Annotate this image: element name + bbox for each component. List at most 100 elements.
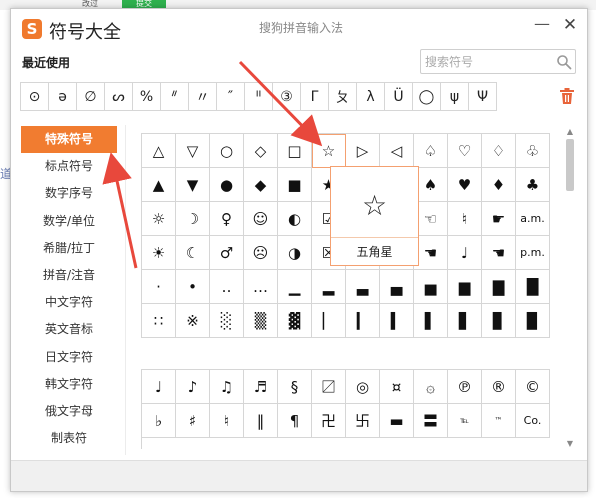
symbol-cell[interactable]: ♮ — [210, 404, 244, 438]
category-item[interactable]: 韩文字符 — [21, 371, 117, 398]
symbol-cell[interactable]: □ — [278, 134, 312, 168]
symbol-cell[interactable]: ▆ — [448, 270, 482, 304]
symbol-cell[interactable]: 卍 — [312, 404, 346, 438]
symbol-cell[interactable]: 卐 — [346, 404, 380, 438]
symbol-cell[interactable]: ▲ — [142, 168, 176, 202]
symbol-cell[interactable]: ® — [482, 370, 516, 404]
symbol-cell[interactable]: ☜ — [414, 202, 448, 236]
symbol-cell[interactable]: ※ — [176, 304, 210, 338]
scroll-down-arrow[interactable]: ▼ — [565, 439, 575, 449]
category-item[interactable]: 标点符号 — [21, 153, 117, 180]
category-item[interactable]: 日文字符 — [21, 344, 117, 371]
symbol-cell[interactable]: ◎ — [346, 370, 380, 404]
category-item[interactable]: 数学/单位 — [21, 208, 117, 235]
symbol-cell[interactable]: ♢ — [482, 134, 516, 168]
symbol-cell[interactable]: ♦ — [482, 168, 516, 202]
symbol-cell[interactable]: ○ — [210, 134, 244, 168]
symbol-cell[interactable]: ♡ — [448, 134, 482, 168]
symbol-cell[interactable]: a.m. — [516, 202, 550, 236]
symbol-cell[interactable]: ♩ — [142, 370, 176, 404]
category-item[interactable]: 数字序号 — [21, 180, 117, 207]
symbol-cell[interactable]: ¤ — [380, 370, 414, 404]
recent-symbol[interactable]: ㄆ — [328, 82, 357, 111]
symbol-cell[interactable]: ▃ — [346, 270, 380, 304]
symbol-cell[interactable]: ♮ — [448, 202, 482, 236]
search-icon[interactable] — [556, 54, 572, 70]
symbol-cell[interactable]: ☛ — [482, 202, 516, 236]
symbol-cell[interactable]: ♥ — [448, 168, 482, 202]
symbol-cell[interactable]: ℡ — [448, 404, 482, 438]
recent-symbol[interactable]: ψ — [440, 82, 469, 111]
symbol-cell[interactable]: ▁ — [278, 270, 312, 304]
symbol-cell[interactable]: ▄ — [380, 270, 414, 304]
symbol-cell[interactable]: ♯ — [176, 404, 210, 438]
symbol-cell[interactable]: △ — [142, 134, 176, 168]
recent-symbol[interactable]: ③ — [272, 82, 301, 111]
recent-symbol[interactable]: ◯ — [412, 82, 441, 111]
symbol-cell[interactable]: ∷ — [142, 304, 176, 338]
symbol-cell[interactable]: ♧ — [516, 134, 550, 168]
scroll-up-arrow[interactable]: ▲ — [565, 127, 575, 137]
recent-symbol[interactable]: Ψ — [468, 82, 497, 111]
recent-symbol[interactable]: ᔕ — [104, 82, 133, 111]
category-item[interactable]: 特殊符号 — [21, 126, 117, 154]
recent-symbol[interactable]: Γ — [300, 82, 329, 111]
symbol-cell[interactable]: ☹ — [244, 236, 278, 270]
recent-symbol[interactable]: λ — [356, 82, 385, 111]
symbol-cell[interactable]: 〼 — [312, 370, 346, 404]
symbol-cell[interactable]: § — [278, 370, 312, 404]
symbol-cell[interactable]: ♭ — [142, 404, 176, 438]
category-item[interactable]: 俄文字母 — [21, 398, 117, 425]
symbol-cell[interactable]: ☚ — [482, 236, 516, 270]
scrollbar-thumb[interactable] — [566, 139, 574, 191]
symbol-cell[interactable]: • — [176, 270, 210, 304]
symbol-cell[interactable]: ☽ — [176, 202, 210, 236]
recent-symbol[interactable]: ″ — [216, 82, 245, 111]
symbol-cell[interactable]: ▌ — [414, 304, 448, 338]
symbol-cell[interactable]: ▋ — [448, 304, 482, 338]
category-item[interactable]: 制表符 — [21, 425, 117, 452]
symbol-cell[interactable]: ▒ — [244, 304, 278, 338]
symbol-cell[interactable]: ▼ — [176, 168, 210, 202]
symbol-cell[interactable]: · — [142, 270, 176, 304]
symbol-cell[interactable]: ▇ — [482, 270, 516, 304]
symbol-cell[interactable]: ♬ — [244, 370, 278, 404]
symbol-cell[interactable]: ♣ — [516, 168, 550, 202]
symbol-cell[interactable]: ▓ — [278, 304, 312, 338]
symbol-cell[interactable]: ‥ — [210, 270, 244, 304]
symbol-cell[interactable]: ● — [210, 168, 244, 202]
symbol-cell[interactable]: ◁ — [380, 134, 414, 168]
recent-symbol[interactable]: ᐥ — [160, 82, 189, 111]
search-input[interactable] — [425, 53, 549, 70]
title-bar[interactable]: S 符号大全 搜狗拼音输入法 — ✕ — [11, 9, 587, 49]
symbol-cell[interactable]: ☾ — [176, 236, 210, 270]
symbol-cell[interactable]: ▎ — [346, 304, 380, 338]
symbol-cell[interactable]: ◐ — [278, 202, 312, 236]
category-item[interactable]: 希腊/拉丁 — [21, 235, 117, 262]
symbol-cell[interactable]: p.m. — [516, 236, 550, 270]
trash-icon[interactable] — [559, 87, 575, 105]
symbol-cell[interactable]: ♀ — [210, 202, 244, 236]
category-item[interactable]: 中文字符 — [21, 289, 117, 316]
recent-symbol[interactable]: ⊙ — [20, 82, 49, 111]
symbol-cell[interactable]: ♤ — [414, 134, 448, 168]
symbol-cell[interactable]: ▍ — [380, 304, 414, 338]
symbol-cell[interactable]: ♠ — [414, 168, 448, 202]
symbol-cell[interactable]: © — [516, 370, 550, 404]
recent-symbol[interactable]: ə — [48, 82, 77, 111]
symbol-cell[interactable]: █ — [516, 270, 550, 304]
symbol-cell[interactable]: Co. — [516, 404, 550, 438]
symbol-cell[interactable]: ℗ — [448, 370, 482, 404]
symbol-cell[interactable]: ◇ — [244, 134, 278, 168]
symbol-cell[interactable]: ‖ — [244, 404, 278, 438]
minimize-button[interactable]: — — [531, 15, 553, 37]
symbol-cell[interactable]: ♂ — [210, 236, 244, 270]
symbol-cell[interactable]: ¶ — [278, 404, 312, 438]
symbol-cell[interactable]: ☚ — [414, 236, 448, 270]
symbol-cell[interactable]: ▉ — [516, 304, 550, 338]
close-button[interactable]: ✕ — [559, 14, 581, 36]
symbol-cell[interactable]: ▷ — [346, 134, 380, 168]
recent-symbol[interactable]: 〃 — [188, 82, 217, 111]
symbol-cell[interactable]: ▽ — [176, 134, 210, 168]
symbol-cell[interactable]: ▬ — [380, 404, 414, 438]
